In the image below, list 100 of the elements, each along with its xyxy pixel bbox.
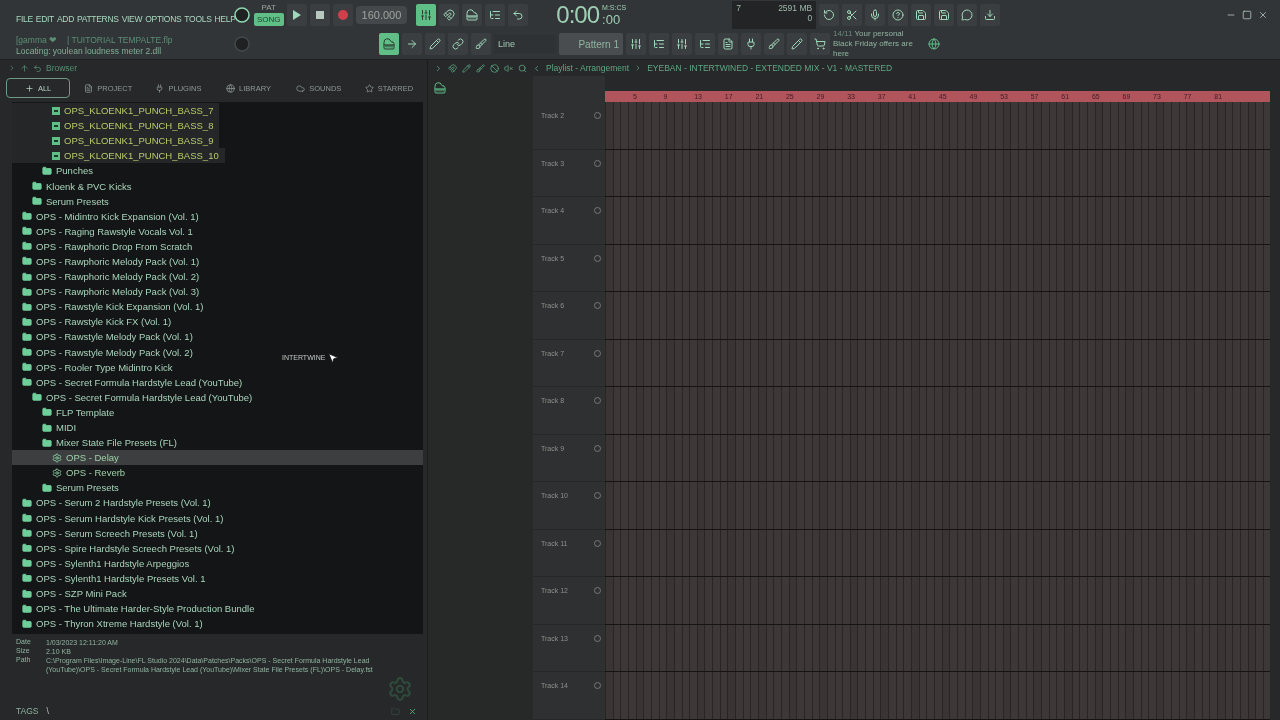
toolbar-button[interactable] [471, 33, 491, 55]
stop-button[interactable] [309, 3, 330, 26]
menu-item[interactable]: HELP [214, 13, 236, 24]
toolbar-button[interactable] [416, 3, 437, 26]
menu-item[interactable]: PATTERNS [77, 13, 119, 24]
toolbar-button[interactable] [865, 3, 886, 26]
tree-item[interactable]: OPS - Thyron Xtreme Hardstyle (Vol. 1) [12, 616, 209, 632]
tree-item[interactable]: OPS - Sylenth1 Hardstyle Arpeggios [12, 555, 196, 571]
tree-item[interactable]: OPS - Rawphoric Drop From Scratch [12, 238, 199, 254]
toolbar-button[interactable] [626, 33, 646, 55]
tree-item[interactable]: Mixer State File Presets (FL) [12, 435, 183, 451]
tree-item[interactable]: OPS - SZP Mini Pack [12, 586, 133, 602]
toolbar-button[interactable] [980, 3, 1001, 26]
tree-item[interactable]: OPS - Delay [12, 450, 423, 466]
tree-item[interactable]: OPS_KLOENK1_PUNCH_BASS_8 [12, 118, 220, 134]
toolbar-button[interactable] [462, 3, 483, 26]
toolbar-button[interactable] [439, 3, 460, 26]
tree-item[interactable]: OPS - Rawphoric Melody Pack (Vol. 2) [12, 269, 206, 285]
toolbar-button[interactable] [810, 33, 830, 55]
toolbar-button[interactable] [957, 3, 978, 26]
tree-item[interactable]: OPS_KLOENK1_PUNCH_BASS_7 [12, 103, 220, 119]
tree-item[interactable]: OPS - Rawstyle Melody Pack (Vol. 2) [12, 344, 199, 360]
tree-item[interactable]: OPS - Rawstyle Kick FX (Vol. 1) [12, 314, 178, 330]
tree-item[interactable]: Serum Presets [12, 480, 125, 496]
tree-item[interactable]: OPS - The Ultimate Harder-Style Production Bundle [12, 601, 261, 617]
play-icon [292, 9, 301, 20]
speaker-icon[interactable] [504, 63, 513, 73]
tree-item[interactable]: OPS - Rawstyle Melody Pack (Vol. 1) [12, 329, 199, 345]
toolbar-button[interactable] [911, 3, 932, 26]
close-icon[interactable] [1258, 9, 1268, 20]
tree-item[interactable]: OPS - Secret Formula Hardstyle Lead (YouTube) [12, 389, 259, 405]
folder-icon [42, 437, 52, 448]
toolbar-button[interactable] [741, 33, 761, 55]
maximize-icon[interactable] [1242, 9, 1252, 20]
magnet-icon[interactable] [448, 63, 457, 73]
toolbar-button[interactable] [695, 33, 715, 55]
tree-item[interactable]: OPS - Serum 2 Hardstyle Presets (Vol. 1) [12, 495, 217, 511]
brush-icon[interactable] [476, 63, 485, 73]
toolbar-button[interactable] [718, 33, 738, 55]
tree-item[interactable]: OPS_KLOENK1_PUNCH_BASS_10 [12, 148, 225, 164]
toolbar-button[interactable] [787, 33, 807, 55]
toolbar-button[interactable] [649, 33, 669, 55]
toolbar-button[interactable] [934, 3, 955, 26]
caret-icon[interactable] [434, 63, 443, 73]
up-icon[interactable] [20, 63, 29, 73]
tree-item[interactable]: OPS - Raging Rawstyle Vocals Vol. 1 [12, 223, 199, 239]
toolbar-button[interactable] [379, 33, 399, 55]
tree-item[interactable]: OPS - Rawphoric Melody Pack (Vol. 1) [12, 253, 206, 270]
toolbar-button[interactable] [425, 33, 445, 55]
toolbar-button[interactable] [764, 33, 784, 55]
toolbar-button[interactable] [842, 3, 863, 26]
snap-dropdown[interactable]: Line [494, 35, 556, 53]
menu-item[interactable]: ADD [56, 13, 74, 24]
caret-icon[interactable] [8, 64, 16, 72]
menu-item[interactable]: TOOLS [184, 13, 212, 24]
tree-item[interactable]: OPS - Midintro Kick Expansion (Vol. 1) [12, 208, 205, 224]
tree-item[interactable]: OPS - Rooler Type Midintro Kick [12, 359, 179, 375]
sliders-icon [630, 38, 642, 50]
tree-item[interactable]: OPS - Reverb [12, 465, 132, 481]
toolbar-button[interactable] [672, 33, 692, 55]
toolbar-button[interactable] [819, 3, 840, 26]
tree-item[interactable]: OPS - Serum Hardstyle Kick Presets (Vol. 1) [12, 510, 230, 526]
search-icon[interactable] [518, 63, 527, 73]
scissors-icon [846, 8, 859, 21]
menu-item[interactable]: VIEW [121, 13, 143, 24]
tempo-display[interactable]: 160.000 [355, 5, 408, 24]
mute-icon[interactable] [490, 63, 499, 73]
knob-icon [234, 6, 250, 23]
caret-icon[interactable] [532, 63, 541, 73]
back-icon[interactable] [33, 63, 42, 73]
close-icon[interactable] [408, 706, 417, 716]
tree-item[interactable]: FLP Template [12, 404, 121, 420]
menu-item[interactable]: FILE [16, 13, 33, 24]
mode-toggle[interactable]: SONG [254, 13, 284, 26]
tree-item[interactable]: Kloenk & PVC Kicks [12, 178, 138, 194]
tree-item[interactable]: MIDI [12, 419, 83, 436]
menu-item[interactable]: EDIT [35, 13, 54, 24]
toolbar-button[interactable] [485, 3, 506, 26]
tree-item[interactable]: OPS_KLOENK1_PUNCH_BASS_9 [12, 133, 220, 149]
tree-item[interactable]: Serum Presets [12, 193, 115, 209]
tree-item[interactable]: OPS - Rawphoric Melody Pack (Vol. 3) [12, 284, 206, 300]
toolbar-button[interactable] [508, 3, 529, 26]
list-icon [653, 38, 665, 50]
news-text[interactable]: 14/11 Your personal Black Friday offers are here [833, 29, 925, 59]
folder-icon [42, 482, 52, 493]
tree-item[interactable]: OPS - Rawstyle Kick Expansion (Vol. 1) [12, 299, 210, 315]
tree-item[interactable]: OPS - Serum Screech Presets (Vol. 1) [12, 525, 204, 541]
toolbar-button[interactable] [888, 3, 909, 26]
pencil-icon[interactable] [462, 63, 471, 73]
tags-value: \ [46, 706, 49, 716]
tree-item[interactable]: OPS - Spire Hardstyle Screech Presets (Vol. 1) [12, 540, 241, 556]
stop-icon [315, 10, 324, 19]
menu-item[interactable]: OPTIONS [145, 13, 182, 24]
tree-item[interactable]: OPS - Sylenth1 Hardstyle Presets Vol. 1 [12, 570, 212, 586]
tree-item[interactable]: OPS - Secret Formula Hardstyle Lead (YouTube) [12, 374, 249, 390]
tree-item[interactable]: Punches [12, 163, 99, 179]
mode-toggle[interactable]: PAT [258, 3, 279, 12]
toolbar-button[interactable] [448, 33, 468, 55]
play-button[interactable] [286, 3, 307, 26]
pattern-selector[interactable]: Pattern 1 [559, 33, 623, 55]
